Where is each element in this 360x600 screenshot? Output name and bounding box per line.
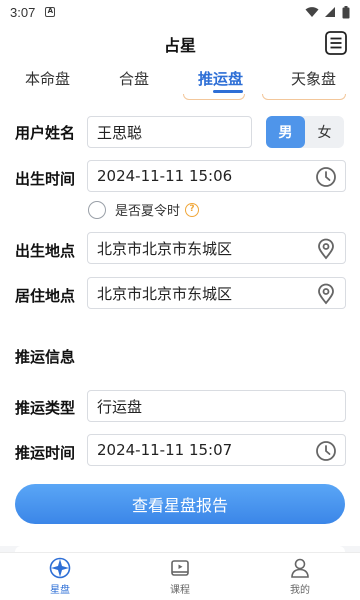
- gender-toggle: 男 女: [266, 116, 344, 148]
- progression-type-select[interactable]: 行运盘: [87, 390, 346, 422]
- nav-item-course[interactable]: 课程: [120, 553, 240, 600]
- scroll-peek-left: [183, 94, 245, 100]
- birth-time-value: 2024-11-11 15:06: [97, 167, 233, 185]
- progression-type-label: 推运类型: [15, 399, 76, 417]
- tab-transit-sky[interactable]: 天象盘: [291, 68, 336, 89]
- notification-icon: A: [45, 7, 56, 17]
- status-time: 3:07: [10, 4, 36, 20]
- name-value: 王思聪: [97, 123, 143, 142]
- birth-time-label: 出生时间: [15, 170, 76, 188]
- tab-natal[interactable]: 本命盘: [25, 68, 70, 89]
- clock-icon: [316, 167, 336, 187]
- name-label: 用户姓名: [15, 124, 76, 142]
- residence-input[interactable]: 北京市北京市东城区: [87, 277, 346, 309]
- help-question-icon[interactable]: ?: [185, 202, 200, 217]
- signal-icon: [325, 7, 335, 17]
- gender-male-option[interactable]: 男: [266, 116, 305, 148]
- birth-place-label: 出生地点: [15, 242, 76, 260]
- gender-female-option[interactable]: 女: [305, 116, 344, 148]
- wifi-icon: [305, 7, 319, 17]
- dst-row: 是否夏令时 ?: [88, 200, 200, 219]
- name-input[interactable]: 王思聪: [87, 116, 252, 148]
- location-pin-icon: [318, 238, 334, 260]
- birth-time-input[interactable]: 2024-11-11 15:06: [87, 160, 346, 192]
- compass-star-icon: [49, 557, 71, 579]
- page-title: 占星: [163, 36, 196, 55]
- progression-time-input[interactable]: 2024-11-11 15:07: [87, 434, 346, 466]
- progression-time-label: 推运时间: [15, 444, 76, 462]
- residence-label: 居住地点: [15, 287, 76, 305]
- progression-section-title: 推运信息: [15, 348, 76, 366]
- tab-synastry[interactable]: 合盘: [119, 68, 149, 89]
- nav-label-course: 课程: [170, 585, 190, 596]
- battery-icon: [342, 5, 350, 18]
- nav-item-profile[interactable]: 我的: [240, 553, 360, 600]
- residence-value: 北京市北京市东城区: [97, 284, 233, 303]
- app-header: 占星: [0, 24, 360, 64]
- nav-item-chart[interactable]: 星盘: [0, 553, 120, 600]
- active-tab-indicator: [213, 90, 243, 93]
- status-bar: 3:07 A: [0, 0, 360, 24]
- dst-label: 是否夏令时: [115, 204, 181, 219]
- dst-radio[interactable]: [88, 200, 106, 219]
- location-pin-icon: [318, 283, 334, 305]
- birth-place-value: 北京市北京市东城区: [97, 239, 233, 258]
- chart-type-tabs: 本命盘 合盘 推运盘 天象盘: [0, 64, 360, 94]
- menu-list-icon[interactable]: [324, 30, 348, 56]
- birth-place-input[interactable]: 北京市北京市东城区: [87, 232, 346, 264]
- progression-time-value: 2024-11-11 15:07: [97, 441, 233, 459]
- video-course-icon: [171, 560, 189, 576]
- user-profile-icon: [291, 558, 309, 578]
- scroll-peek-right: [262, 94, 346, 100]
- view-chart-report-button[interactable]: 查看星盘报告: [15, 484, 345, 524]
- tab-progression[interactable]: 推运盘: [198, 68, 243, 89]
- status-indicators: [305, 5, 350, 19]
- clock-icon: [316, 441, 336, 461]
- progression-type-value: 行运盘: [97, 397, 143, 416]
- nav-label-profile: 我的: [290, 585, 310, 596]
- bottom-nav: 星盘 课程 我的: [0, 552, 360, 600]
- nav-label-chart: 星盘: [50, 585, 70, 596]
